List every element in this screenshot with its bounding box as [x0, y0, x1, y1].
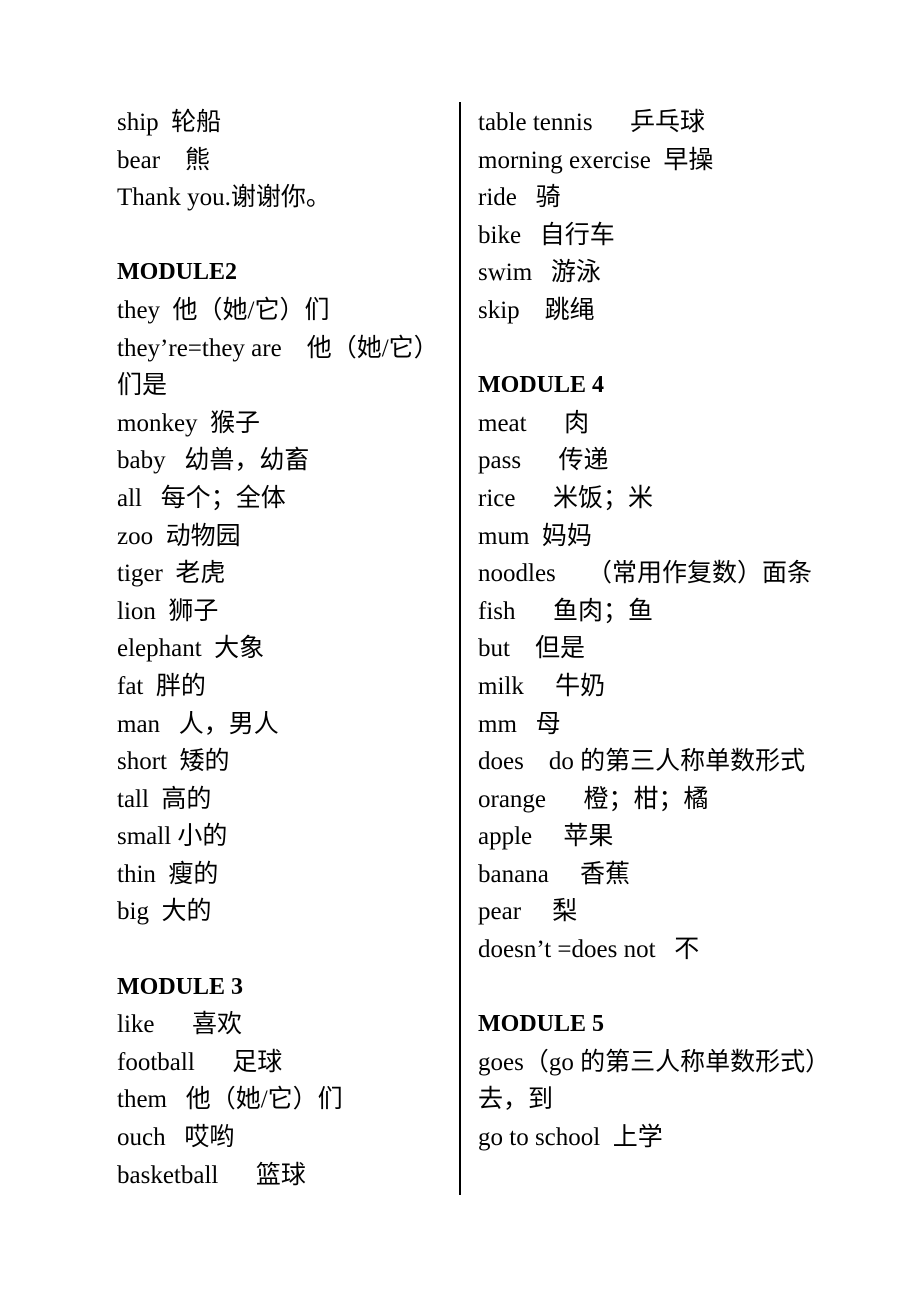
vocabulary-entry: ride 骑 [478, 184, 561, 212]
vocabulary-entry: elephant 大象 [117, 635, 265, 663]
vocabulary-entry: big 大的 [117, 898, 212, 926]
vocabulary-entry: skip 跳绳 [478, 296, 595, 324]
vocabulary-entry: doesn’t =does not 不 [478, 936, 700, 964]
vocabulary-entry: them 他（她/它）们 [117, 1086, 343, 1114]
vocabulary-entry: morning exercise 早操 [478, 146, 714, 174]
module-heading: MODULE 3 [117, 973, 243, 1000]
vocabulary-entry: pear 梨 [478, 898, 578, 926]
vocabulary-entry: monkey 猴子 [117, 409, 261, 437]
vocabulary-entry: small 小的 [117, 823, 228, 851]
vocabulary-entry: swim 游泳 [478, 259, 601, 287]
left-column: ship 轮船 bear 熊 Thank you.谢谢你。 MODULE2 they 他… [117, 104, 447, 1194]
vocabulary-entry: bike 自行车 [478, 221, 615, 249]
vocabulary-entry: like 喜欢 [117, 1011, 242, 1039]
vocabulary-entry: thin 瘦的 [117, 860, 219, 888]
vocabulary-entry: they’re=they are 他（她/它）们是 [117, 334, 439, 400]
vocabulary-entry: apple 苹果 [478, 823, 614, 851]
document-page: ship 轮船 bear 熊 Thank you.谢谢你。 MODULE2 they 他… [0, 0, 920, 1300]
vocabulary-entry: mm 母 [478, 710, 561, 738]
vocabulary-entry: table tennis 乒乓球 [478, 109, 706, 136]
vocabulary-entry: noodles （常用作复数）面条 [478, 560, 813, 588]
vocabulary-entry: bear 熊 [117, 146, 211, 174]
vocabulary-entry: but 但是 [478, 635, 585, 663]
vocabulary-entry: baby 幼兽，幼畜 [117, 447, 310, 475]
right-column: table tennis 乒乓球 morning exercise 早操 ride … [478, 104, 850, 1157]
vocabulary-entry: milk 牛奶 [478, 672, 606, 700]
module-heading: MODULE 5 [478, 1011, 604, 1038]
vocabulary-entry: all 每个；全体 [117, 484, 286, 512]
vocabulary-entry: pass 传递 [478, 447, 609, 475]
vocabulary-entry: football 足球 [117, 1048, 283, 1076]
vocabulary-entry: fat 胖的 [117, 672, 206, 700]
column-divider-rule [459, 102, 461, 1195]
vocabulary-entry: tiger 老虎 [117, 560, 226, 588]
vocabulary-entry: meat 肉 [478, 409, 590, 437]
vocabulary-entry: tall 高的 [117, 785, 212, 813]
vocabulary-entry: man 人，男人 [117, 710, 279, 738]
vocabulary-entry: goes（go 的第三人称单数形式）去，到 [478, 1048, 831, 1114]
vocabulary-entry: basketball 篮球 [117, 1161, 306, 1189]
vocabulary-entry: they 他（她/它）们 [117, 296, 330, 324]
vocabulary-entry: Thank you.谢谢你。 [117, 184, 331, 212]
vocabulary-entry: go to school 上学 [478, 1124, 663, 1152]
vocabulary-entry: does do 的第三人称单数形式 [478, 748, 806, 776]
vocabulary-entry: ouch 哎哟 [117, 1124, 235, 1152]
vocabulary-entry: orange 橙；柑；橘 [478, 785, 709, 813]
vocabulary-entry: lion 狮子 [117, 597, 219, 625]
vocabulary-entry: rice 米饭；米 [478, 484, 653, 512]
vocabulary-entry: ship 轮船 [117, 109, 222, 136]
module-heading: MODULE 4 [478, 372, 604, 399]
module-heading: MODULE2 [117, 259, 237, 286]
vocabulary-entry: fish 鱼肉；鱼 [478, 597, 654, 625]
vocabulary-entry: mum 妈妈 [478, 522, 592, 550]
vocabulary-entry: banana 香蕉 [478, 860, 631, 888]
vocabulary-entry: zoo 动物园 [117, 522, 241, 550]
vocabulary-entry: short 矮的 [117, 748, 230, 776]
